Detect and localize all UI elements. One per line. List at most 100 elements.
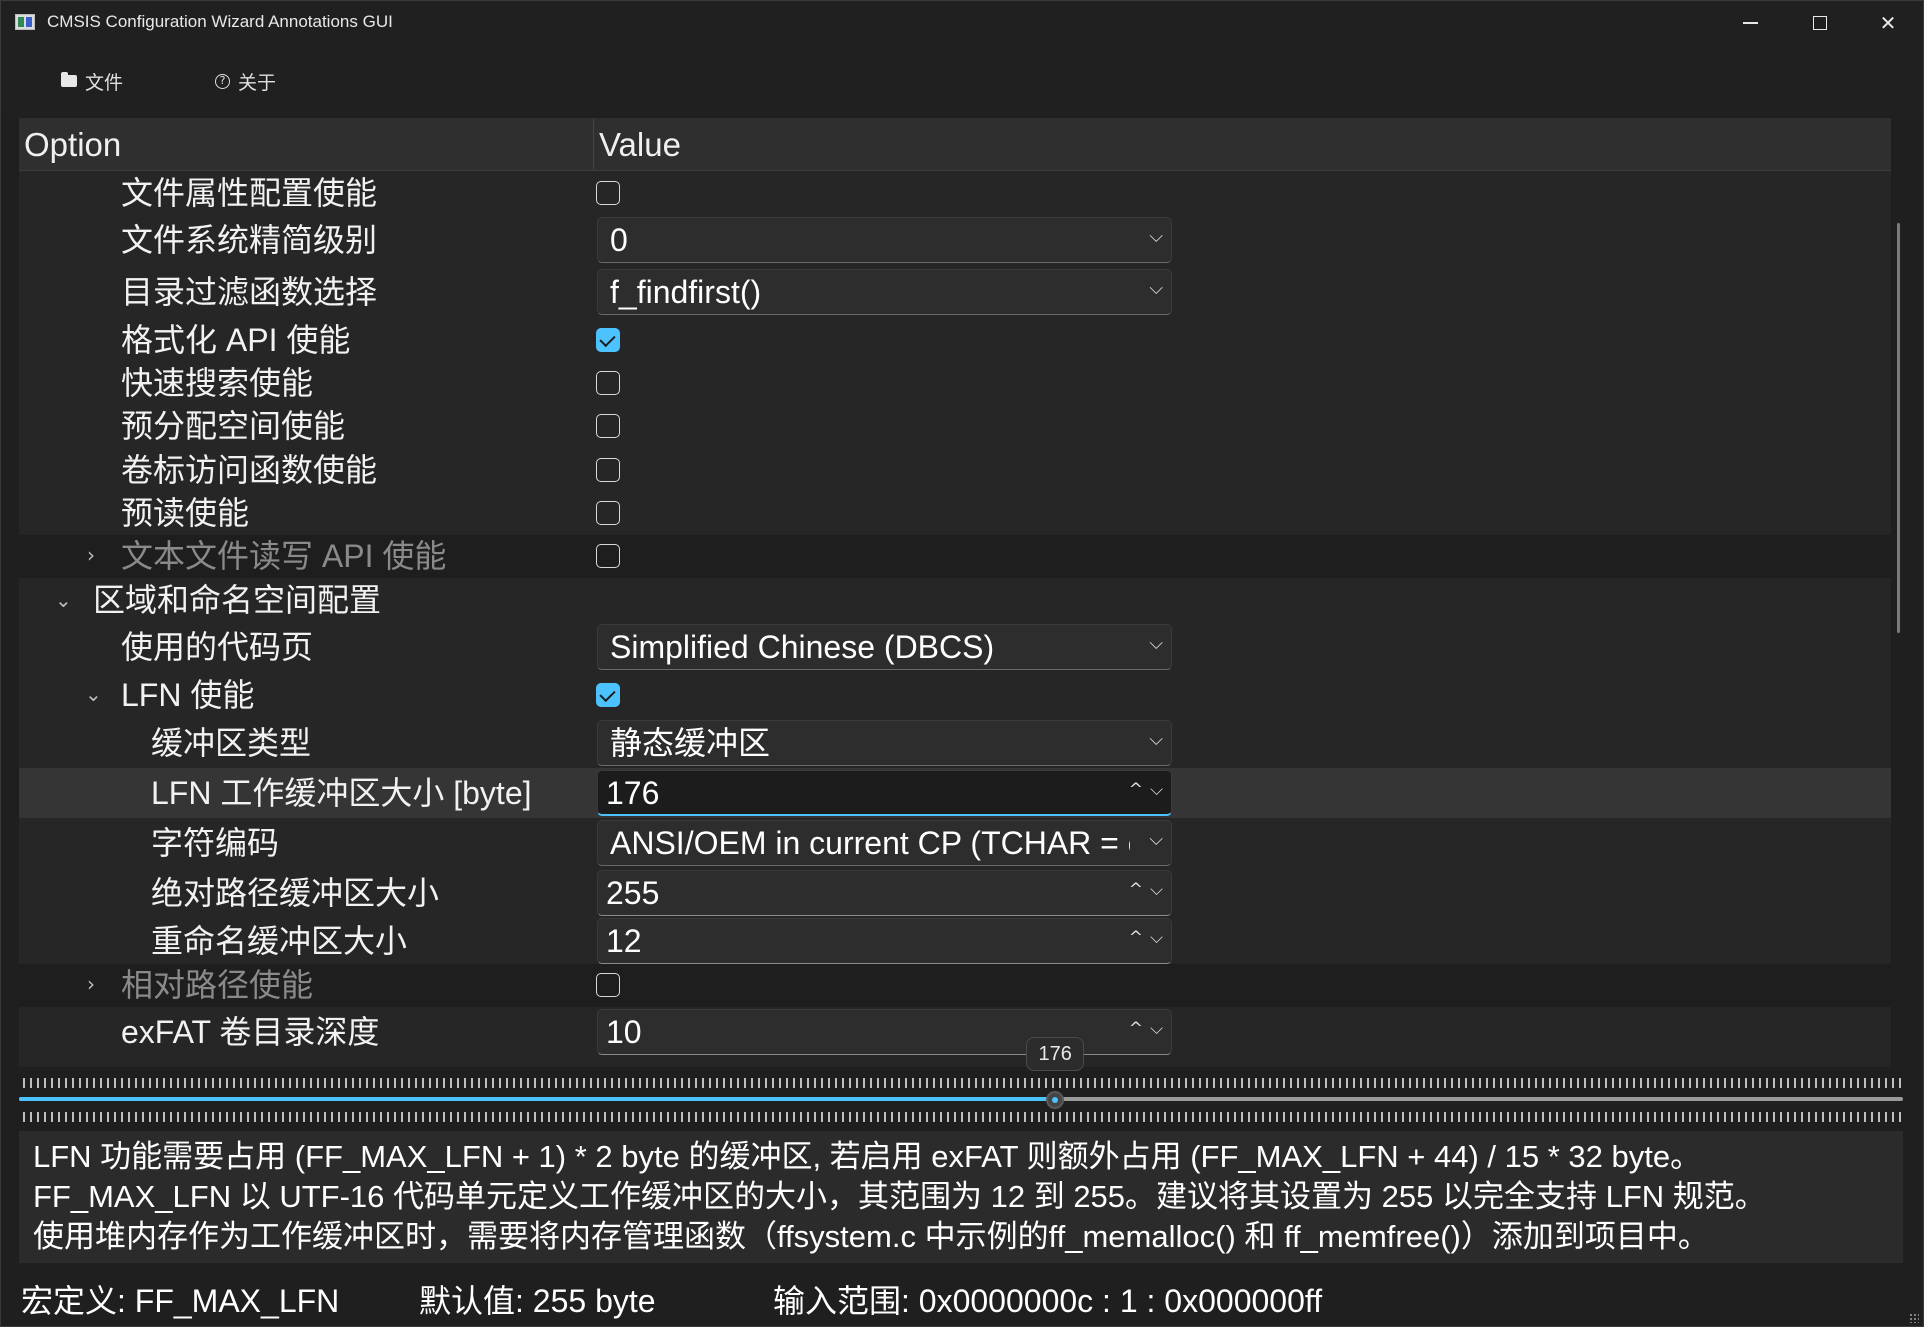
spinbox-value[interactable]: 255: [606, 873, 659, 913]
description-line: LFN 功能需要占用 (FF_MAX_LFN + 1) * 2 byte 的缓冲…: [33, 1139, 1702, 1174]
tree-row-collapsed[interactable]: › 相对路径使能: [19, 964, 1891, 1007]
tree-row[interactable]: 文件系统精简级别 0 ⌵: [19, 214, 1891, 266]
slider-ticks-top: [23, 1078, 1901, 1088]
value-column-header[interactable]: Value: [599, 126, 681, 164]
spin-down-icon[interactable]: ⌵: [1150, 780, 1163, 800]
dropdown-value: f_findfirst(): [610, 274, 762, 310]
option-label: 缓冲区类型: [151, 725, 312, 761]
slider-tooltip: 176: [1026, 1037, 1085, 1071]
tree-row[interactable]: exFAT 卷目录深度 10 ^ ⌵: [19, 1007, 1891, 1057]
maximize-button[interactable]: [1785, 1, 1855, 45]
tree-row[interactable]: 重命名缓冲区大小 12 ^ ⌵: [19, 918, 1891, 964]
option-label: 字符编码: [151, 825, 280, 861]
app-window: CMSIS Configuration Wizard Annotations G…: [0, 0, 1924, 1327]
spin-up-icon[interactable]: ^: [1129, 1019, 1143, 1039]
chevron-right-icon[interactable]: ›: [87, 535, 95, 575]
option-column-header[interactable]: Option: [24, 126, 121, 164]
menu-file[interactable]: 文件: [61, 68, 123, 94]
value-spinbox[interactable]: 10 ^ ⌵: [597, 1009, 1172, 1055]
resize-grip-icon[interactable]: [1909, 1313, 1919, 1323]
spin-down-icon[interactable]: ⌵: [1150, 880, 1163, 900]
help-icon: ?: [215, 73, 230, 89]
folder-icon: [61, 72, 77, 87]
menu-about[interactable]: ? 关于: [215, 68, 276, 94]
value-spinbox[interactable]: 176 ^ ⌵: [597, 770, 1172, 816]
option-checkbox-checked[interactable]: [596, 683, 620, 707]
tree-row-selected[interactable]: LFN 工作缓冲区大小 [byte] 176 ^ ⌵: [19, 768, 1891, 818]
value-dropdown[interactable]: Simplified Chinese (DBCS) ⌵: [597, 624, 1172, 670]
spinbox-value[interactable]: 176: [606, 773, 659, 813]
tree-row[interactable]: 格式化 API 使能: [19, 318, 1891, 362]
chevron-down-icon: ⌵: [1149, 633, 1163, 654]
tree-row[interactable]: 目录过滤函数选择 f_findfirst() ⌵: [19, 266, 1891, 318]
tree-header: Option Value: [19, 118, 1891, 171]
value-dropdown[interactable]: f_findfirst() ⌵: [597, 269, 1172, 315]
spinbox-value[interactable]: 10: [606, 1012, 642, 1052]
option-label: 快速搜索使能: [121, 365, 314, 401]
chevron-down-icon: ⌵: [1149, 829, 1163, 850]
tree-row-collapsed[interactable]: › 文本文件读写 API 使能: [19, 535, 1891, 578]
tree-row[interactable]: 快速搜索使能: [19, 362, 1891, 405]
spin-down-icon[interactable]: ⌵: [1150, 1019, 1163, 1039]
vertical-scrollbar[interactable]: [1897, 223, 1900, 633]
tree-row[interactable]: 字符编码 ANSI/OEM in current CP (TCHAR = cha…: [19, 818, 1891, 868]
tree-row[interactable]: ⌄ LFN 使能: [19, 672, 1891, 718]
option-label: 相对路径使能: [121, 967, 314, 1003]
chevron-right-icon[interactable]: ›: [87, 964, 95, 1004]
option-checkbox[interactable]: [596, 973, 620, 997]
tree-row[interactable]: 预读使能: [19, 492, 1891, 535]
option-checkbox[interactable]: [596, 371, 620, 395]
tree-row[interactable]: 使用的代码页 Simplified Chinese (DBCS) ⌵: [19, 622, 1891, 672]
dropdown-value: Simplified Chinese (DBCS): [610, 629, 995, 665]
value-spinbox[interactable]: 255 ^ ⌵: [597, 870, 1172, 916]
tree-row[interactable]: 预分配空间使能: [19, 405, 1891, 449]
option-checkbox[interactable]: [596, 544, 620, 568]
spin-down-icon[interactable]: ⌵: [1150, 928, 1163, 948]
minimize-button[interactable]: [1715, 1, 1785, 45]
option-checkbox[interactable]: [596, 181, 620, 205]
spinbox-value[interactable]: 12: [606, 921, 642, 961]
column-divider[interactable]: [593, 118, 594, 170]
dropdown-value: 0: [610, 222, 628, 258]
tree-row[interactable]: 绝对路径缓冲区大小 255 ^ ⌵: [19, 868, 1891, 918]
dropdown-value: ANSI/OEM in current CP (TCHAR = char): [610, 825, 1130, 861]
option-checkbox-checked[interactable]: [596, 328, 620, 352]
value-slider[interactable]: [19, 1097, 1903, 1101]
options-tree: Option Value 文件属性配置使能 文件系统精简级别 0 ⌵ 目录过滤函…: [19, 118, 1891, 1067]
value-dropdown[interactable]: ANSI/OEM in current CP (TCHAR = char) ⌵: [597, 820, 1172, 866]
tree-row[interactable]: 缓冲区类型 静态缓冲区 ⌵: [19, 718, 1891, 768]
chevron-down-icon[interactable]: ⌄: [85, 674, 102, 714]
option-label: LFN 使能: [121, 677, 255, 713]
option-label: 绝对路径缓冲区大小: [151, 875, 440, 911]
slider-ticks-bottom: [23, 1112, 1901, 1122]
status-range: 输入范围: 0x0000000c : 1 : 0x000000ff: [773, 1283, 1323, 1319]
value-spinbox[interactable]: 12 ^ ⌵: [597, 918, 1172, 964]
option-label: 卷标访问函数使能: [121, 452, 378, 488]
option-label: LFN 工作缓冲区大小 [byte]: [151, 775, 532, 811]
slider-fill: [19, 1097, 1056, 1101]
option-label: 目录过滤函数选择: [121, 274, 378, 310]
chevron-down-icon[interactable]: ⌄: [55, 580, 72, 620]
option-label: 重命名缓冲区大小: [151, 923, 408, 959]
dropdown-value: 静态缓冲区: [610, 725, 771, 761]
close-button[interactable]: ✕: [1853, 1, 1923, 45]
chevron-down-icon: ⌵: [1149, 278, 1163, 299]
spin-up-icon[interactable]: ^: [1129, 928, 1143, 948]
minimize-icon: [1742, 22, 1758, 24]
tree-row[interactable]: 卷标访问函数使能: [19, 449, 1891, 492]
option-label: 文件属性配置使能: [121, 175, 378, 211]
slider-thumb[interactable]: [1046, 1091, 1065, 1109]
value-dropdown[interactable]: 静态缓冲区 ⌵: [597, 720, 1172, 766]
tree-row[interactable]: 文件属性配置使能: [19, 172, 1891, 214]
spin-up-icon[interactable]: ^: [1129, 880, 1143, 900]
option-checkbox[interactable]: [596, 458, 620, 482]
option-checkbox[interactable]: [596, 414, 620, 438]
description-line: 使用堆内存作为工作缓冲区时，需要将内存管理函数（ffsystem.c 中示例的f…: [33, 1219, 1709, 1254]
option-checkbox[interactable]: [596, 501, 620, 525]
close-icon: ✕: [1879, 11, 1897, 35]
group-label: 区域和命名空间配置: [93, 582, 382, 618]
description-line: FF_MAX_LFN 以 UTF-16 代码单元定义工作缓冲区的大小，其范围为 …: [33, 1179, 1766, 1214]
spin-up-icon[interactable]: ^: [1129, 780, 1143, 800]
tree-group[interactable]: ⌄ 区域和命名空间配置: [19, 578, 1891, 622]
value-dropdown[interactable]: 0 ⌵: [597, 217, 1172, 263]
